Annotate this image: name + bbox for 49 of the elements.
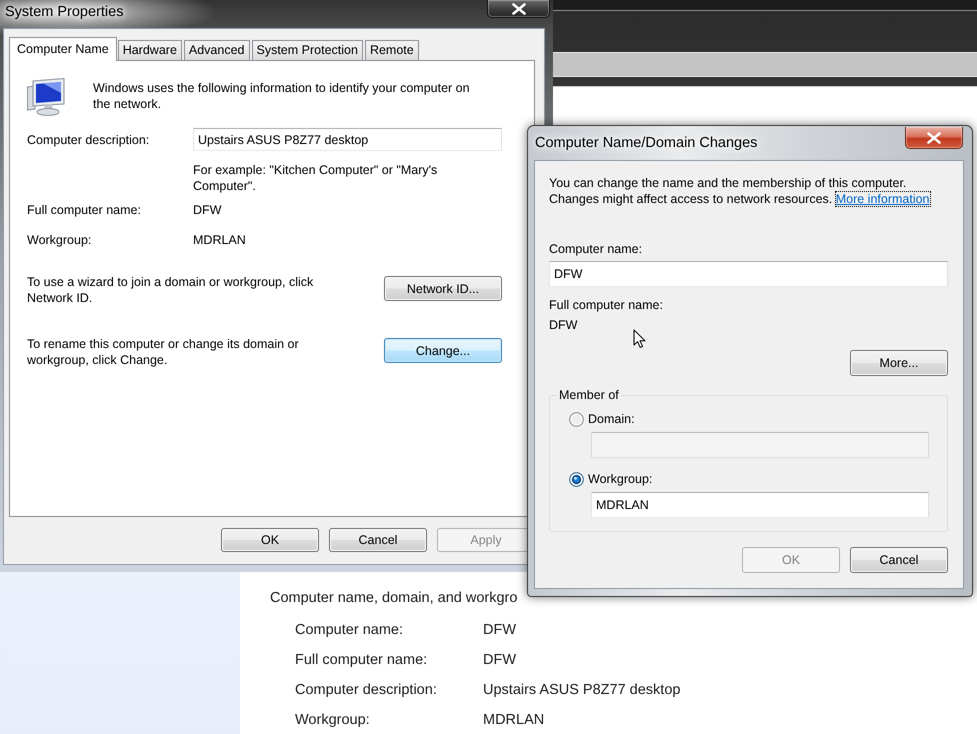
field-value: DFW bbox=[193, 202, 222, 218]
dialog-button[interactable]: Cancel bbox=[850, 547, 948, 573]
dialog-button[interactable]: Cancel bbox=[329, 528, 427, 552]
field-label: Full computer name: bbox=[27, 202, 141, 218]
close-icon bbox=[512, 2, 526, 14]
field-label: Workgroup: bbox=[295, 711, 370, 729]
message-text: You can change the name and the membership of this computer. Changes might affect access to network resources. More information bbox=[549, 175, 931, 207]
field-value: MDRLAN bbox=[193, 232, 246, 248]
radio-label: Workgroup: bbox=[588, 471, 652, 487]
field-label: Computer description: bbox=[295, 681, 437, 699]
more-information-link[interactable]: More information bbox=[836, 192, 930, 206]
section-heading: Computer name, domain, and workgro bbox=[270, 589, 518, 608]
tab[interactable]: System Protection bbox=[252, 40, 363, 60]
radio-label: Domain: bbox=[588, 411, 635, 427]
dialog-button[interactable]: OK bbox=[221, 528, 319, 552]
tab[interactable]: Computer Name bbox=[9, 37, 117, 61]
tab[interactable]: Hardware bbox=[118, 40, 182, 60]
field-value: Upstairs ASUS P8Z77 desktop bbox=[483, 681, 680, 699]
field-label: Workgroup: bbox=[27, 232, 92, 248]
more-button[interactable]: More... bbox=[850, 350, 948, 376]
intro-text: Windows uses the following information to identify your computer on the network. bbox=[93, 80, 471, 112]
cursor-icon bbox=[633, 329, 646, 349]
field-label: Full computer name: bbox=[549, 297, 663, 313]
description-field[interactable]: Upstairs ASUS P8Z77 desktop bbox=[193, 128, 502, 151]
field-value: DFW bbox=[549, 317, 578, 333]
close-button[interactable] bbox=[905, 127, 963, 149]
tab[interactable]: Advanced bbox=[184, 40, 250, 60]
radio-button[interactable] bbox=[569, 472, 584, 486]
action-button[interactable]: Network ID... bbox=[384, 276, 502, 301]
field-value: DFW bbox=[483, 621, 516, 639]
close-icon bbox=[927, 132, 941, 144]
action-button[interactable]: Change... bbox=[384, 338, 502, 363]
hint-text: For example: "Kitchen Computer" or "Mary's Computer". bbox=[193, 162, 438, 194]
window-title: Computer Name/Domain Changes bbox=[535, 134, 758, 152]
field-label: Computer description: bbox=[27, 132, 150, 146]
field-label: Computer name: bbox=[295, 621, 403, 639]
instruction-text: To use a wizard to join a domain or workgroup, click Network ID. bbox=[27, 274, 314, 306]
computer-name-field[interactable]: DFW bbox=[549, 261, 948, 287]
tab[interactable]: Remote bbox=[364, 40, 419, 60]
close-button[interactable] bbox=[487, 0, 550, 18]
instruction-text: To rename this computer or change its domain or workgroup, click Change. bbox=[27, 336, 300, 368]
field-label: Computer name: bbox=[549, 241, 642, 257]
computer-icon bbox=[27, 78, 65, 116]
text-field[interactable]: MDRLAN bbox=[591, 492, 929, 518]
window-title: System Properties bbox=[5, 3, 124, 21]
group-label: Member of bbox=[558, 387, 620, 403]
field-value: DFW bbox=[483, 651, 516, 669]
field-label: Full computer name: bbox=[295, 651, 428, 669]
field-value: MDRLAN bbox=[483, 711, 544, 729]
